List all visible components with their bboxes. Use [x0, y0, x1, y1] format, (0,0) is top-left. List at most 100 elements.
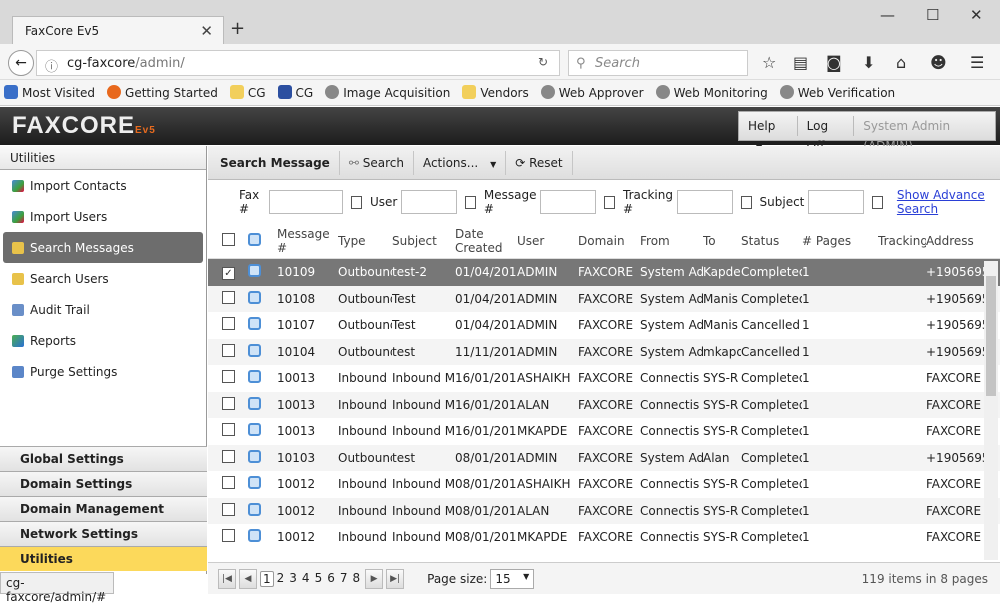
row-checkbox[interactable]	[218, 317, 248, 333]
preview-icon-cell[interactable]	[248, 476, 277, 492]
reload-icon[interactable]: ↻	[538, 55, 548, 69]
preview-icon-cell[interactable]	[248, 290, 277, 307]
bookmark-web-approver[interactable]: Web Approver	[540, 85, 644, 100]
section-domain-management[interactable]: Domain Management	[0, 496, 207, 521]
checkbox[interactable]	[222, 343, 235, 357]
table-row[interactable]: 10013 Inbound Inbound M16/01/2014ALAN FAXCO…	[208, 391, 1000, 418]
checkbox[interactable]	[222, 449, 235, 463]
page-link-5[interactable]: 5	[313, 571, 325, 587]
home-icon[interactable]: ⌂	[896, 53, 906, 72]
checkbox[interactable]	[222, 502, 235, 516]
message-preview-icon[interactable]	[248, 343, 261, 357]
sidebar-item-import-contacts[interactable]: Import Contacts	[0, 170, 206, 201]
maximize-icon[interactable]: ☐	[926, 6, 939, 24]
url-bar[interactable]: ⓘ cg-faxcore/admin/	[36, 50, 560, 76]
page-link-8[interactable]: 8	[350, 571, 362, 587]
row-checkbox[interactable]	[218, 370, 248, 386]
download-icon[interactable]: ⬇	[862, 53, 875, 72]
user-checkbox[interactable]	[465, 195, 476, 209]
browser-tab[interactable]: FaxCore Ev5 ✕	[12, 16, 224, 44]
message-preview-icon[interactable]	[248, 317, 261, 331]
row-checkbox[interactable]	[218, 290, 248, 307]
table-row[interactable]: 10012 Inbound Inbound M08/01/2014ALAN FAXCO…	[208, 497, 1000, 524]
preview-icon-cell[interactable]	[248, 529, 277, 545]
tracking-input[interactable]	[676, 190, 733, 214]
close-window-icon[interactable]: ✕	[970, 6, 983, 24]
actions-dropdown[interactable]: Actions... ▼	[414, 150, 507, 175]
page-link-6[interactable]: 6	[325, 571, 337, 587]
checkbox[interactable]	[222, 529, 235, 543]
sidebar-item-search-messages[interactable]: Search Messages	[3, 232, 203, 263]
message-preview-icon[interactable]	[248, 396, 261, 410]
sidebar-item-import-users[interactable]: Import Users	[0, 201, 206, 232]
header-to[interactable]: To	[703, 234, 741, 248]
first-page-icon[interactable]: |◀	[218, 568, 236, 589]
bookmark-web-verification[interactable]: Web Verification	[779, 85, 895, 100]
prev-page-icon[interactable]: ◀	[239, 568, 257, 589]
preview-icon-cell[interactable]	[248, 370, 277, 386]
page-link-3[interactable]: 3	[287, 571, 299, 587]
table-row[interactable]: 10012 Inbound Inbound M08/01/2014MKAPDE FAX…	[208, 524, 1000, 551]
logoff-button[interactable]: Log Off	[798, 116, 855, 153]
help-button[interactable]: Help ▼	[739, 116, 798, 152]
sidebar-item-search-users[interactable]: Search Users	[0, 263, 206, 294]
subject-checkbox[interactable]	[872, 195, 883, 209]
back-icon[interactable]: ←	[8, 50, 34, 76]
tracking-checkbox[interactable]	[740, 195, 752, 209]
table-row[interactable]: 10107 OutboundTest 01/04/2016ADMIN FAXCORE S…	[208, 312, 1000, 339]
header-pages[interactable]: # Pages	[802, 234, 878, 248]
page-link-4[interactable]: 4	[300, 571, 312, 587]
message-preview-icon[interactable]	[248, 370, 261, 384]
message-preview-icon[interactable]	[248, 423, 261, 437]
page-link-1[interactable]: 1	[260, 570, 274, 587]
user-input[interactable]	[401, 190, 458, 214]
bookmark-cg-folder[interactable]: CG	[229, 85, 266, 100]
fax-input[interactable]	[269, 190, 344, 214]
pocket-icon[interactable]: ◙	[826, 53, 842, 72]
reset-button[interactable]: ⟳ Reset	[506, 150, 573, 175]
header-message-number[interactable]: Message #	[277, 227, 338, 255]
row-checkbox[interactable]: ✓	[218, 265, 248, 280]
page-link-7[interactable]: 7	[338, 571, 350, 587]
header-user[interactable]: User	[517, 234, 578, 248]
page-link-2[interactable]: 2	[275, 571, 287, 587]
advanced-search-link[interactable]: Show Advance Search	[897, 188, 1000, 216]
checkbox[interactable]	[222, 396, 235, 410]
row-checkbox[interactable]	[218, 476, 248, 492]
browser-search-input[interactable]: ⚲ Search	[568, 50, 748, 76]
section-utilities[interactable]: Utilities	[0, 546, 207, 571]
bookmark-vendors[interactable]: Vendors	[462, 85, 529, 100]
menu-icon[interactable]: ☰	[970, 53, 984, 72]
message-preview-icon[interactable]	[248, 529, 261, 543]
preview-icon-cell[interactable]	[248, 317, 277, 333]
header-address[interactable]: Address	[926, 234, 992, 248]
page-size-select[interactable]: 15 ▼	[490, 568, 535, 589]
preview-icon-cell[interactable]	[248, 264, 277, 280]
preview-icon-cell[interactable]	[248, 396, 277, 413]
sidebar-item-purge-settings[interactable]: Purge Settings	[0, 356, 206, 387]
header-type[interactable]: Type	[338, 234, 392, 248]
table-row[interactable]: 10104 Outboundtest 11/11/2015ADMIN FAXCORE S…	[208, 338, 1000, 365]
preview-icon-cell[interactable]	[248, 502, 277, 519]
bookmark-star-icon[interactable]: ☆	[762, 53, 776, 72]
message-preview-icon[interactable]	[248, 476, 261, 490]
fax-checkbox[interactable]	[351, 195, 362, 209]
chat-icon[interactable]: ☻	[930, 53, 947, 72]
search-button[interactable]: ⚯ Search	[340, 150, 414, 175]
next-page-icon[interactable]: ▶	[365, 568, 384, 589]
checkbox[interactable]	[222, 233, 235, 246]
preview-icon-cell[interactable]	[248, 449, 277, 466]
checkbox[interactable]	[222, 423, 235, 437]
bookmark-getting-started[interactable]: Getting Started	[107, 85, 218, 100]
header-from[interactable]: From	[640, 234, 703, 248]
checkbox[interactable]	[222, 290, 235, 304]
row-checkbox[interactable]	[218, 423, 248, 439]
table-row[interactable]: 10108 OutboundTest 01/04/2016ADMIN FAXCORE S…	[208, 285, 1000, 312]
bookmark-cg[interactable]: CG	[277, 85, 313, 100]
header-domain[interactable]: Domain	[578, 234, 640, 248]
table-row[interactable]: 10013 Inbound Inbound M16/01/2014MKAPDE FAX…	[208, 418, 1000, 445]
message-checkbox[interactable]	[604, 195, 616, 209]
subject-input[interactable]	[808, 190, 865, 214]
section-domain-settings[interactable]: Domain Settings	[0, 471, 207, 496]
row-checkbox[interactable]	[218, 343, 248, 360]
